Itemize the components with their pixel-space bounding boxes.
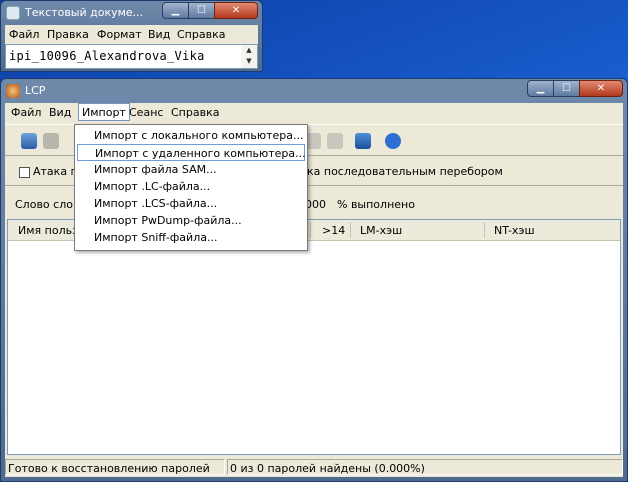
menu-item-label: Импорт с удаленного компьютера... [95, 147, 306, 160]
percent-label: % выполнено [337, 198, 415, 211]
column-over14[interactable]: >14 [322, 224, 345, 237]
maximize-button[interactable]: ☐ [188, 2, 215, 19]
menu-edit[interactable]: Правка [47, 28, 89, 41]
maximize-icon: ☐ [197, 5, 206, 16]
status-pane-left: Готово к восстановлению паролей [5, 459, 225, 475]
import-pwdump-item[interactable]: Импорт PwDump-файла... [77, 212, 305, 229]
menu-item-label: Импорт .LC-файла... [94, 180, 211, 193]
export-icon[interactable] [43, 133, 59, 149]
bruteforce-label: ка последовательным перебором [307, 165, 503, 178]
lcp-app-icon [6, 84, 20, 98]
results-list[interactable]: Имя пользо >14 LM-хэш NT-хэш [7, 219, 621, 455]
menu-item-label: Импорт Sniff-файла... [94, 231, 218, 244]
nt-tool-icon[interactable] [327, 133, 343, 149]
menu-view[interactable]: Вид [148, 28, 170, 41]
menu-item-label: Импорт .LCS-файла... [94, 197, 218, 210]
menu-import[interactable]: Импорт [78, 103, 130, 121]
notepad-text-area[interactable]: ipi_10096_Alexandrova_Vika ▲ ▼ [5, 44, 258, 69]
import-lcs-item[interactable]: Импорт .LCS-файла... [77, 195, 305, 212]
notepad-client: Файл Правка Формат Вид Справка ipi_10096… [5, 25, 258, 69]
status-bar: Готово к восстановлению паролей 0 из 0 п… [5, 457, 623, 477]
menu-session[interactable]: Сеанс [129, 106, 163, 119]
scroll-down-icon[interactable]: ▼ [241, 56, 257, 67]
menu-view[interactable]: Вид [49, 106, 71, 119]
menu-item-label: Импорт PwDump-файла... [94, 214, 242, 227]
menu-format[interactable]: Формат [97, 28, 142, 41]
import-sam-item[interactable]: Импорт файла SAM... [77, 161, 305, 178]
lcp-title: LCP [25, 84, 46, 97]
status-text: Готово к восстановлению паролей [8, 462, 210, 475]
column-lm-hash[interactable]: LM-хэш [360, 224, 402, 237]
attack-checkbox[interactable] [19, 167, 30, 178]
notepad-titlebar[interactable]: Текстовый докуме... ▁ ☐ ✕ [1, 1, 262, 25]
maximize-button[interactable]: ☐ [553, 80, 580, 97]
close-button[interactable]: ✕ [214, 2, 258, 19]
notepad-scrollbar[interactable]: ▲ ▼ [241, 45, 257, 68]
found-count: 0 из 0 паролей найдены (0.000%) [230, 462, 425, 475]
notepad-icon [6, 6, 20, 20]
close-button[interactable]: ✕ [579, 80, 623, 97]
menu-item-label: Импорт файла SAM... [94, 163, 217, 176]
lcp-titlebar[interactable]: LCP ▁ ☐ ✕ [1, 79, 627, 103]
import-lc-item[interactable]: Импорт .LC-файла... [77, 178, 305, 195]
minimize-button[interactable]: ▁ [527, 80, 554, 97]
import-local-item[interactable]: Импорт с локального компьютера... [77, 127, 305, 144]
maximize-icon: ☐ [562, 83, 571, 94]
notepad-text: ipi_10096_Alexandrova_Vika [9, 49, 205, 63]
minimize-icon: ▁ [536, 83, 545, 94]
scroll-up-icon[interactable]: ▲ [241, 45, 257, 56]
menu-file[interactable]: Файл [9, 28, 39, 41]
window-icon[interactable] [355, 133, 371, 149]
menu-help[interactable]: Справка [177, 28, 225, 41]
notepad-title: Текстовый докуме... [25, 6, 144, 19]
menu-file[interactable]: Файл [11, 106, 41, 119]
menu-item-label: Импорт с локального компьютера... [94, 129, 304, 142]
status-pane-right: 0 из 0 паролей найдены (0.000%) [227, 459, 623, 475]
import-icon[interactable] [21, 133, 37, 149]
percent-value: 000 [305, 198, 326, 211]
notepad-window: Текстовый докуме... ▁ ☐ ✕ Файл Правка Фо… [0, 0, 263, 72]
column-nt-hash[interactable]: NT-хэш [494, 224, 535, 237]
lcp-menubar: Файл Вид Импорт Сеанс Справка [5, 103, 623, 121]
import-sniff-item[interactable]: Импорт Sniff-файла... [77, 229, 305, 246]
import-menu: Импорт с локального компьютера... Импорт… [74, 124, 308, 251]
close-icon: ✕ [231, 5, 241, 16]
notepad-menubar: Файл Правка Формат Вид Справка [5, 25, 258, 43]
menu-help[interactable]: Справка [171, 106, 219, 119]
info-icon[interactable] [385, 133, 401, 149]
minimize-icon: ▁ [171, 5, 180, 16]
close-icon: ✕ [596, 83, 606, 94]
dictionary-word-label: Слово слов [15, 198, 80, 211]
minimize-button[interactable]: ▁ [162, 2, 189, 19]
import-remote-item[interactable]: Импорт с удаленного компьютера... [77, 144, 306, 161]
